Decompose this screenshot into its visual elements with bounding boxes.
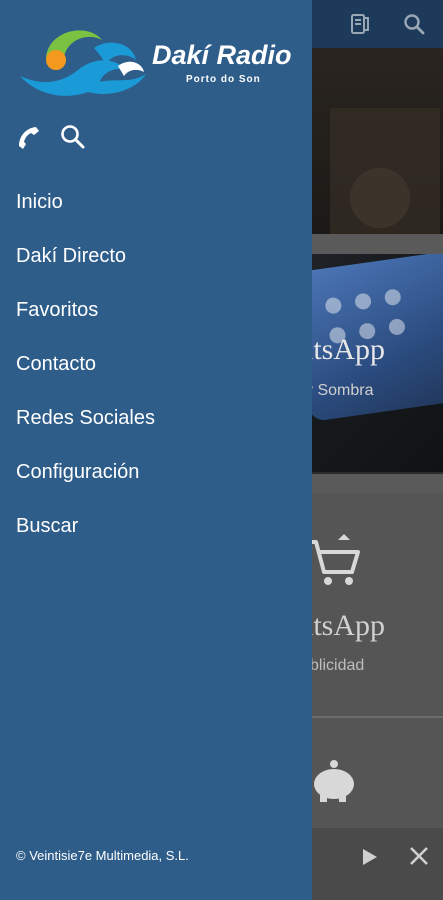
play-icon[interactable] xyxy=(358,846,380,868)
search-icon[interactable] xyxy=(58,122,88,152)
menu-item-buscar[interactable]: Buscar xyxy=(0,500,312,554)
shopping-cart-icon xyxy=(308,534,360,585)
menu-item-label: Favoritos xyxy=(16,299,99,321)
svg-text:Dakí Radio: Dakí Radio xyxy=(152,40,292,70)
menu-item-label: Buscar xyxy=(16,515,79,537)
menu-item-inicio[interactable]: Inicio xyxy=(0,176,312,230)
card-subtitle: blicidad xyxy=(310,657,365,674)
menu-item-daki-directo[interactable]: Dakí Directo xyxy=(0,230,312,284)
menu-item-contacto[interactable]: Contacto xyxy=(0,338,312,392)
schedule-icon[interactable] xyxy=(348,12,372,36)
search-icon[interactable] xyxy=(402,12,426,36)
menu-item-configuracion[interactable]: Configuración xyxy=(0,446,312,500)
menu-item-label: Configuración xyxy=(16,461,140,483)
card-title: atsApp xyxy=(300,333,385,366)
card-subtitle: y Sombra xyxy=(305,382,374,399)
copyright-text: © Veintisie7e Multimedia, S.L. xyxy=(16,848,189,863)
menu-item-redes-sociales[interactable]: Redes Sociales xyxy=(0,392,312,446)
card-title: atsApp xyxy=(300,609,385,642)
navigation-drawer: Dakí Radio Porto do Son Inicio Dakí Dire… xyxy=(0,0,312,900)
daki-radio-logo: Dakí Radio Porto do Son xyxy=(20,30,292,96)
piggy-bank-icon xyxy=(314,760,354,802)
menu-item-label: Redes Sociales xyxy=(16,407,155,429)
close-icon[interactable] xyxy=(408,845,430,867)
menu-item-label: Contacto xyxy=(16,353,97,375)
menu-item-label: Dakí Directo xyxy=(16,245,127,267)
svg-text:Porto do Son: Porto do Son xyxy=(186,74,261,85)
phone-icon[interactable] xyxy=(14,122,44,152)
menu-item-label: Inicio xyxy=(16,191,63,213)
menu-item-favoritos[interactable]: Favoritos xyxy=(0,284,312,338)
